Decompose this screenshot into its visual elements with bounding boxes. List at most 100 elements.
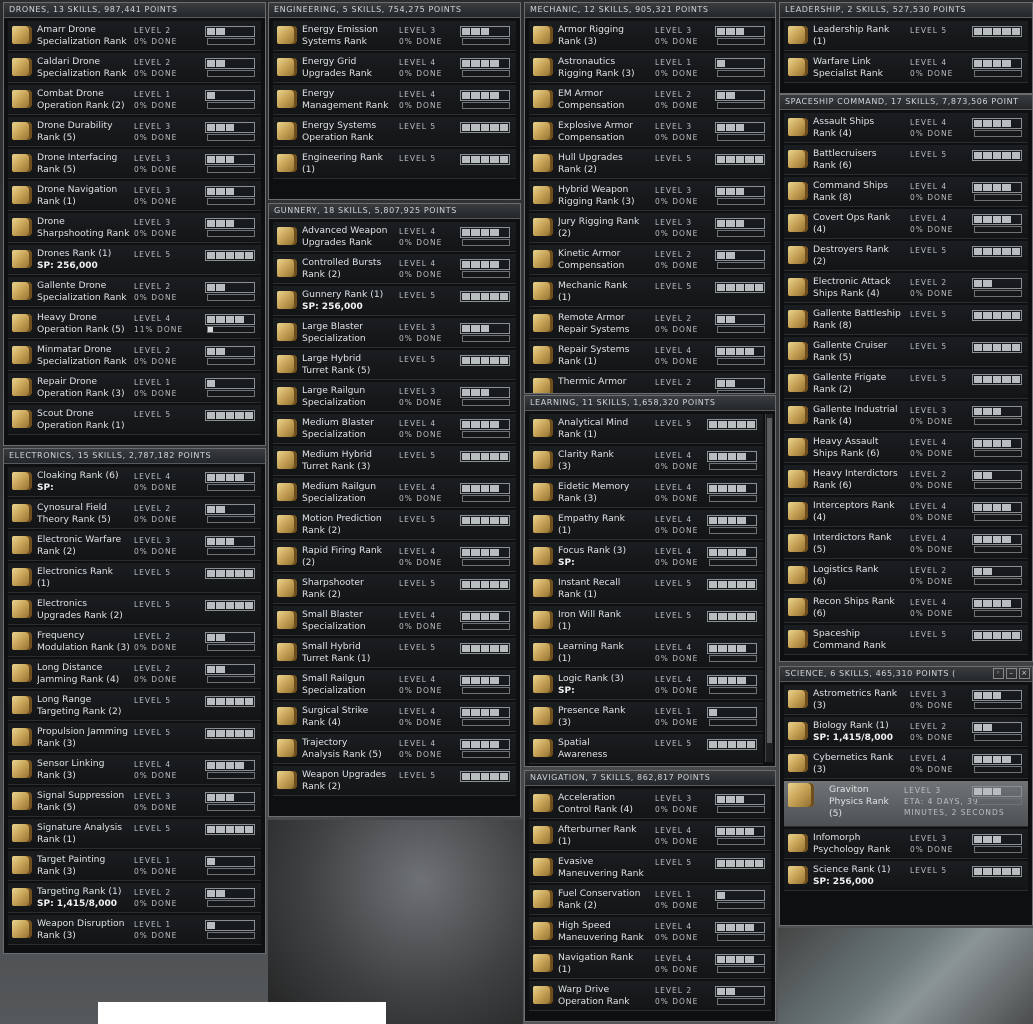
skill-row[interactable]: Recon Ships Rank (6) LEVEL 4 0% DONE [784, 593, 1028, 623]
skill-row[interactable]: Energy Grid Upgrades Rank LEVEL 4 0% DONE [273, 53, 516, 83]
skill-row[interactable]: Small Blaster Specialization LEVEL 4 0% DON… [273, 606, 516, 636]
drones-skills-window[interactable]: DRONES, 13 SKILLS, 987,441 POINTS Amarr D… [3, 2, 266, 446]
skill-row[interactable]: Covert Ops Rank (4) LEVEL 4 0% DONE [784, 209, 1028, 239]
skill-row[interactable]: Amarr Drone Specialization Rank LEVEL 2 0% … [8, 21, 261, 51]
skill-row[interactable]: Scout Drone Operation Rank (1) LEVEL 5 [8, 405, 261, 435]
skill-row[interactable]: Hybrid Weapon Rigging Rank (3) LEVEL 3 0% D… [529, 181, 771, 211]
skill-row[interactable]: Gallente Drone Specialization Rank LEVEL 2… [8, 277, 261, 307]
skill-row[interactable]: Minmatar Drone Specialization Rank LEVEL 2… [8, 341, 261, 371]
skill-row[interactable]: Gallente Industrial Rank (4) LEVEL 3 0% DON… [784, 401, 1028, 431]
electronics-window-title[interactable]: ELECTRONICS, 15 SKILLS, 2,787,182 POINTS [4, 449, 265, 464]
skill-row[interactable]: Engineering Rank (1) LEVEL 5 [273, 149, 516, 179]
gunnery-window-title[interactable]: GUNNERY, 18 SKILLS, 5,807,925 POINTS [269, 204, 520, 219]
skill-row[interactable]: Surgical Strike Rank (4) LEVEL 4 0% DONE [273, 702, 516, 732]
science-window-title[interactable]: SCIENCE, 6 SKILLS, 465,310 POINTS (◦ – × [780, 667, 1032, 682]
spaceship-window-title[interactable]: SPACESHIP COMMAND, 17 SKILLS, 7,873,506 … [780, 95, 1032, 110]
drones-window-title[interactable]: DRONES, 13 SKILLS, 987,441 POINTS [4, 3, 265, 18]
skill-row[interactable]: Repair Systems Rank (1) LEVEL 4 0% DONE [529, 341, 771, 371]
skill-row[interactable]: Drone Sharpshooting Rank LEVEL 3 0% DONE [8, 213, 261, 243]
skill-row[interactable]: Empathy Rank (1) LEVEL 4 0% DONE [529, 510, 763, 540]
skill-row[interactable]: Destroyers Rank (2) LEVEL 5 [784, 241, 1028, 271]
skill-row[interactable]: Gallente Battleship Rank (8) LEVEL 5 [784, 305, 1028, 335]
skill-row[interactable]: Combat Drone Operation Rank (2) LEVEL 1 0% … [8, 85, 261, 115]
scrollbar[interactable] [765, 414, 773, 762]
electronics-skills-window[interactable]: ELECTRONICS, 15 SKILLS, 2,787,182 POINTS… [3, 448, 266, 954]
skill-row[interactable]: Signature Analysis Rank (1) LEVEL 5 [8, 819, 261, 849]
skill-row[interactable]: Evasive Maneuvering Rank LEVEL 5 [529, 853, 771, 883]
skill-row[interactable]: Gallente Frigate Rank (2) LEVEL 5 [784, 369, 1028, 399]
skill-row[interactable]: Biology Rank (1) SP: 1,415/8,000 LEVEL 2 0%… [784, 717, 1028, 747]
skill-row[interactable]: Remote Armor Repair Systems LEVEL 2 0% DONE [529, 309, 771, 339]
skill-row[interactable]: Sharpshooter Rank (2) LEVEL 5 [273, 574, 516, 604]
skill-row[interactable]: Infomorph Psychology Rank LEVEL 3 0% DONE [784, 829, 1028, 859]
skill-row[interactable]: Long Distance Jamming Rank (4) LEVEL 2 0% D… [8, 659, 261, 689]
leadership-window-title[interactable]: LEADERSHIP, 2 SKILLS, 527,530 POINTS [780, 3, 1032, 18]
skill-row[interactable]: Gunnery Rank (1) SP: 256,000 LEVEL 5 [273, 286, 516, 316]
skill-row[interactable]: Weapon Upgrades Rank (2) LEVEL 5 [273, 766, 516, 796]
mechanic-skills-window[interactable]: MECHANIC, 12 SKILLS, 905,321 POINTS Armor… [524, 2, 776, 394]
scrollbar-thumb[interactable] [767, 418, 772, 743]
skill-row[interactable]: Propulsion Jamming Rank (3) LEVEL 5 [8, 723, 261, 753]
skill-row[interactable]: Drone Interfacing Rank (5) LEVEL 3 0% DONE [8, 149, 261, 179]
skill-row[interactable]: Heavy Drone Operation Rank (5) LEVEL 4 11% … [8, 309, 261, 339]
skill-row[interactable]: Signal Suppression Rank (5) LEVEL 3 0% DONE [8, 787, 261, 817]
skill-row[interactable]: Large Railgun Specialization LEVEL 3 0% DON… [273, 382, 516, 412]
skill-row[interactable]: Long Range Targeting Rank (2) LEVEL 5 [8, 691, 261, 721]
navigation-skills-window[interactable]: NAVIGATION, 7 SKILLS, 862,817 POINTS Acce… [524, 770, 776, 1022]
skill-row[interactable]: Warfare Link Specialist Rank LEVEL 4 0% DON… [784, 53, 1028, 83]
skill-row[interactable]: Interdictors Rank (5) LEVEL 4 0% DONE [784, 529, 1028, 559]
skill-row[interactable]: Cloaking Rank (6) SP: LEVEL 4 0% DONE [8, 467, 261, 497]
skill-row[interactable]: Energy Systems Operation Rank LEVEL 5 [273, 117, 516, 147]
skill-row[interactable]: Logic Rank (3) SP: LEVEL 4 0% DONE [529, 670, 763, 700]
skill-row[interactable]: Electronic Attack Ships Rank (4) LEVEL 2 0%… [784, 273, 1028, 303]
skill-row[interactable]: High Speed Maneuvering Rank LEVEL 4 0% DONE [529, 917, 771, 947]
skill-row[interactable]: EM Armor Compensation LEVEL 2 0% DONE [529, 85, 771, 115]
minimize-icon[interactable]: – [1006, 668, 1017, 679]
skill-row[interactable]: Frequency Modulation Rank (3) LEVEL 2 0% DO… [8, 627, 261, 657]
close-icon[interactable]: × [1019, 668, 1030, 679]
skill-row[interactable]: Energy Emission Systems Rank LEVEL 3 0% DON… [273, 21, 516, 51]
skill-row[interactable]: Caldari Drone Specialization Rank LEVEL 20… [8, 53, 261, 83]
skill-row[interactable]: Large Hybrid Turret Rank (5) LEVEL 5 [273, 350, 516, 380]
mechanic-window-title[interactable]: MECHANIC, 12 SKILLS, 905,321 POINTS [525, 3, 775, 18]
skill-row[interactable]: Fuel Conservation Rank (2) LEVEL 1 0% DONE [529, 885, 771, 915]
skill-row[interactable]: Battlecruisers Rank (6) LEVEL 5 [784, 145, 1028, 175]
skill-row[interactable]: Armor Rigging Rank (3) LEVEL 3 0% DONE [529, 21, 771, 51]
skill-row[interactable]: Astrometrics Rank (3) LEVEL 3 0% DONE [784, 685, 1028, 715]
skill-row[interactable]: Science Rank (1) SP: 256,000 LEVEL 5 [784, 861, 1028, 891]
skill-row[interactable]: Drones Rank (1) SP: 256,000 LEVEL 5 [8, 245, 261, 275]
skill-row[interactable]: Medium Blaster Specialization LEVEL 4 0% DO… [273, 414, 516, 444]
skill-row[interactable]: Weapon Disruption Rank (3) LEVEL 1 0% DONE [8, 915, 261, 945]
skill-row[interactable]: Drone Durability Rank (5) LEVEL 3 0% DONE [8, 117, 261, 147]
skill-row[interactable]: Sensor Linking Rank (3) LEVEL 4 0% DONE [8, 755, 261, 785]
skill-row[interactable]: Target Painting Rank (3) LEVEL 1 0% DONE [8, 851, 261, 881]
skill-row[interactable]: Cynosural Field Theory Rank (5) LEVEL 2 0% … [8, 499, 261, 529]
leadership-skills-window[interactable]: LEADERSHIP, 2 SKILLS, 527,530 POINTS Lead… [779, 2, 1033, 94]
skill-row[interactable]: Medium Hybrid Turret Rank (3) LEVEL 5 [273, 446, 516, 476]
skill-row[interactable]: Mechanic Rank (1) LEVEL 5 [529, 277, 771, 307]
skill-row[interactable]: Motion Prediction Rank (2) LEVEL 5 [273, 510, 516, 540]
skill-row[interactable]: Clarity Rank (3) LEVEL 4 0% DONE [529, 446, 763, 476]
skill-row[interactable]: Command Ships Rank (8) LEVEL 4 0% DONE [784, 177, 1028, 207]
skill-row[interactable]: Electronics Rank (1) LEVEL 5 [8, 563, 261, 593]
skill-row[interactable]: Repair Drone Operation Rank (3) LEVEL 1 0% … [8, 373, 261, 403]
skill-row[interactable]: Energy Management Rank LEVEL 4 0% DONE [273, 85, 516, 115]
pin-icon[interactable]: ◦ [993, 668, 1004, 679]
skill-row[interactable]: Electronic Warfare Rank (2) LEVEL 3 0% DONE [8, 531, 261, 561]
skill-row[interactable]: Astronautics Rigging Rank (3) LEVEL 1 0% DO… [529, 53, 771, 83]
skill-row[interactable]: Heavy Interdictors Rank (6) LEVEL 2 0% DONE [784, 465, 1028, 495]
skill-row[interactable]: Drone Navigation Rank (1) LEVEL 3 0% DONE [8, 181, 261, 211]
skill-row[interactable]: Learning Rank (1) LEVEL 4 0% DONE [529, 638, 763, 668]
skill-row[interactable]: Warp Drive Operation Rank LEVEL 2 0% DONE [529, 981, 771, 1011]
skill-row[interactable]: Focus Rank (3) SP: LEVEL 4 0% DONE [529, 542, 763, 572]
skill-row[interactable]: Eidetic Memory Rank (3) LEVEL 4 0% DONE [529, 478, 763, 508]
engineering-window-title[interactable]: ENGINEERING, 5 SKILLS, 754,275 POINTS [269, 3, 520, 18]
skill-row[interactable]: Targeting Rank (1) SP: 1,415/8,000 LEVEL 2… [8, 883, 261, 913]
learning-window-title[interactable]: LEARNING, 11 SKILLS, 1,658,320 POINTS [525, 396, 775, 411]
skill-row[interactable]: Electronics Upgrades Rank (2) LEVEL 5 [8, 595, 261, 625]
skill-row[interactable]: Jury Rigging Rank (2) LEVEL 3 0% DONE [529, 213, 771, 243]
skill-row[interactable]: Kinetic Armor Compensation LEVEL 2 0% DONE [529, 245, 771, 275]
skill-row[interactable]: Heavy Assault Ships Rank (6) LEVEL 4 0% DON… [784, 433, 1028, 463]
skill-row[interactable]: Spaceship Command Rank LEVEL 5 [784, 625, 1028, 655]
skill-row[interactable]: Trajectory Analysis Rank (5) LEVEL 4 0% DON… [273, 734, 516, 764]
